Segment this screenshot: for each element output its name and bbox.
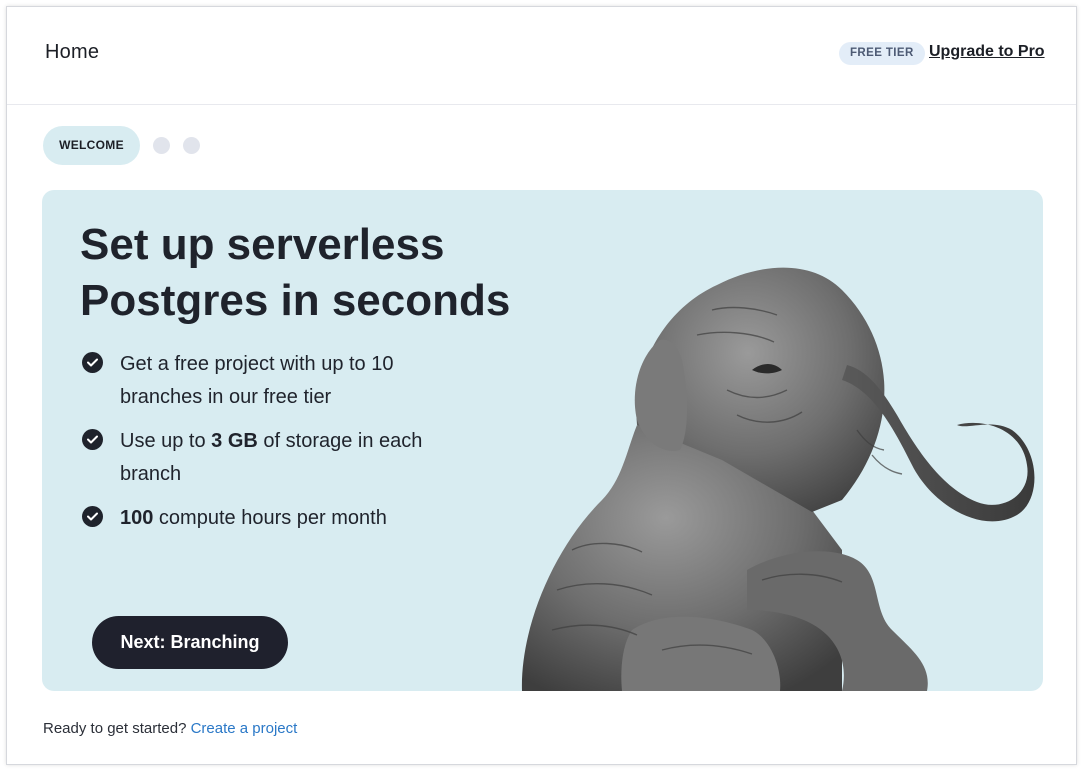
hero-title-line-1: Set up serverless [80,220,445,269]
step-welcome[interactable]: WELCOME [43,126,140,165]
feature-item: Use up to 3 GB of storage in each branch [82,425,462,491]
feature-text: Use up to 3 GB of storage in each branch [120,425,462,491]
check-circle-icon [82,506,103,527]
feature-list: Get a free project with up to 10 branche… [82,348,462,546]
welcome-hero-card: Set up serverless Postgres in seconds Ge… [42,190,1043,691]
feature-text-highlight: 100 [120,507,154,529]
step-dot-2[interactable] [153,137,170,154]
feature-text: Get a free project with up to 10 branche… [120,348,462,414]
free-tier-badge: FREE TIER [839,42,925,65]
feature-item: 100 compute hours per month [82,502,462,535]
feature-text: 100 compute hours per month [120,502,462,535]
feature-item: Get a free project with up to 10 branche… [82,348,462,414]
footer-prompt: Ready to get started? [43,720,191,737]
check-circle-icon [82,429,103,450]
check-circle-icon [82,352,103,373]
get-started-footer: Ready to get started? Create a project [43,720,297,737]
hero-title: Set up serverless Postgres in seconds [80,217,560,329]
hero-title-line-2: Postgres in seconds [80,276,511,325]
page-title: Home [45,41,100,63]
page-header: Home FREE TIER Upgrade to Pro [7,7,1076,105]
step-dot-3[interactable] [183,137,200,154]
upgrade-to-pro-link[interactable]: Upgrade to Pro [929,43,1045,61]
feature-text-part: compute hours per month [153,507,387,529]
app-window: Home FREE TIER Upgrade to Pro WELCOME Se… [6,6,1077,765]
elephant-illustration [521,267,1035,691]
feature-text-part: Get a free project with up to 10 branche… [120,353,394,408]
feature-text-part: Use up to [120,430,212,452]
next-branching-button[interactable]: Next: Branching [92,616,288,669]
feature-text-highlight: 3 GB [211,430,258,452]
create-project-link[interactable]: Create a project [191,720,298,737]
